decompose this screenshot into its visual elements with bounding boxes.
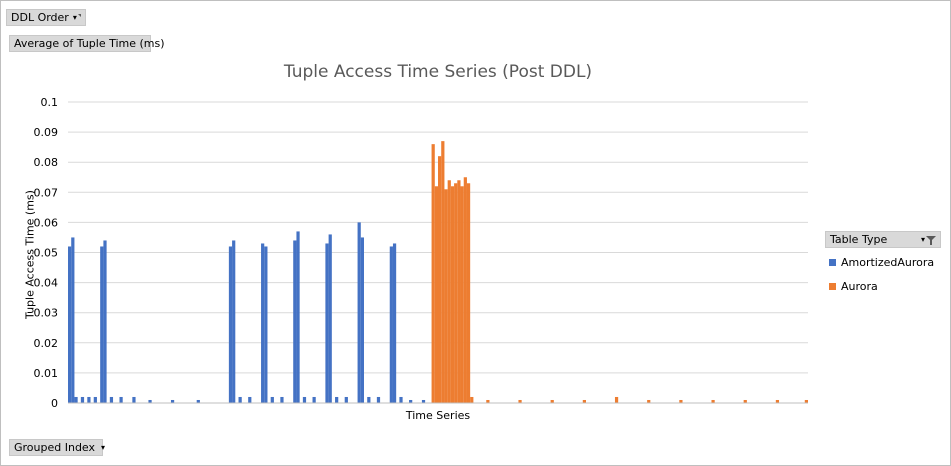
bar (228, 246, 233, 403)
y-tick-label: 0.02 (34, 337, 59, 350)
bar (389, 246, 393, 403)
bar (444, 189, 448, 403)
legend-label: Aurora (841, 280, 878, 293)
y-tick-label: 0 (51, 397, 58, 410)
chevron-down-icon: ▾ (101, 443, 106, 452)
bar (103, 240, 107, 403)
chevron-down-icon: ▾ (920, 235, 925, 244)
bar (431, 144, 435, 403)
bar (80, 396, 85, 403)
y-tick-label: 0.01 (34, 367, 59, 380)
grouped-index-filter-button[interactable]: Grouped Index ▾ (9, 439, 106, 456)
bar (109, 396, 114, 403)
bar (312, 396, 316, 403)
bar (302, 396, 307, 403)
bar (293, 240, 297, 403)
bar (360, 237, 364, 403)
table-type-filter-button[interactable]: Table Type ▾ (825, 231, 941, 248)
bar (457, 180, 461, 403)
bar (357, 222, 361, 403)
bar (328, 234, 332, 403)
bar (376, 396, 381, 403)
bar (438, 156, 442, 403)
bar (238, 396, 242, 403)
y-tick-label: 0.04 (34, 277, 59, 290)
bar (261, 243, 265, 403)
legend-item-aurora[interactable]: Aurora (829, 280, 878, 293)
legend-swatch (829, 259, 836, 266)
bar (132, 396, 136, 403)
legend-item-amortizedaurora[interactable]: AmortizedAurora (829, 256, 934, 269)
bar (119, 396, 123, 403)
bar (264, 246, 268, 403)
bar (74, 396, 78, 403)
bar (335, 396, 339, 403)
y-tick-label: 0.06 (34, 216, 59, 229)
bar (614, 396, 619, 403)
bar (441, 141, 445, 403)
bar (454, 183, 458, 403)
y-tick-label: 0.03 (34, 307, 59, 320)
bar (87, 396, 91, 403)
legend-swatch (829, 283, 836, 290)
bar (71, 237, 75, 403)
filter-icon (926, 235, 936, 245)
bar (248, 396, 252, 403)
y-tick-label: 0.1 (41, 96, 59, 109)
bar (296, 231, 300, 403)
bar (280, 396, 284, 403)
bar (460, 186, 464, 403)
bar (325, 243, 329, 403)
bar (344, 396, 348, 403)
bar (399, 396, 403, 403)
plot-area: 0 0.01 0.02 0.03 0.04 0.05 0.06 0.07 0.08 0.09 0.1 (34, 96, 808, 410)
bar (270, 396, 274, 403)
legend-field-label: Table Type (830, 233, 888, 246)
bar (463, 177, 467, 403)
bar (470, 396, 474, 403)
y-tick-label: 0.08 (34, 156, 59, 169)
bar (367, 396, 371, 403)
bar (100, 246, 104, 403)
bar (447, 180, 451, 403)
bar (450, 186, 455, 403)
bar (232, 240, 236, 403)
bar (93, 396, 97, 403)
bar (392, 243, 397, 403)
bar (68, 246, 72, 403)
y-tick-label: 0.05 (34, 247, 59, 260)
bar (434, 186, 438, 403)
axis-field-label: Grouped Index (14, 441, 96, 454)
y-tick-label: 0.07 (34, 186, 59, 199)
y-tick-label: 0.09 (34, 126, 59, 139)
legend-label: AmortizedAurora (841, 256, 935, 269)
bar (466, 183, 471, 403)
